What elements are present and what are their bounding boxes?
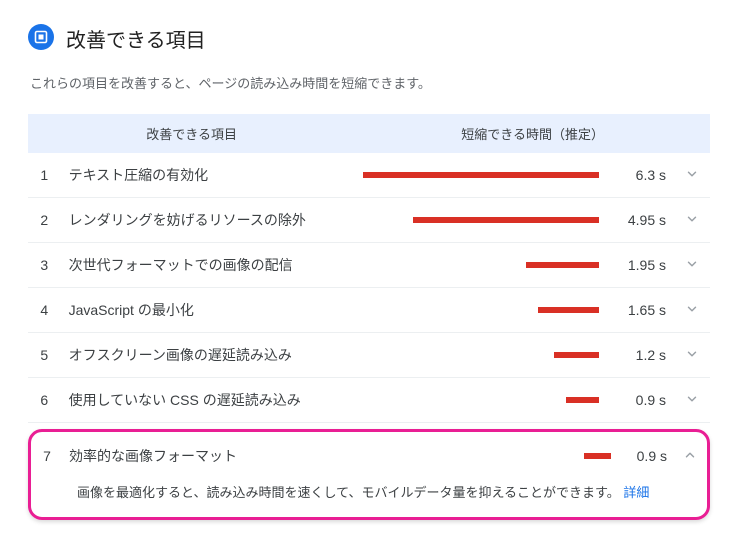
opportunity-detail: 画像を最適化すると、読み込み時間を速くして、モバイルデータ量を抑えることができま…	[33, 478, 705, 515]
row-savings: 4.95 s	[607, 198, 674, 243]
row-index: 2	[28, 198, 61, 243]
opportunity-row[interactable]: 1テキスト圧縮の有効化 6.3 s	[28, 153, 710, 198]
row-index: 6	[28, 378, 61, 423]
row-title: レンダリングを妨げるリソースの除外	[61, 198, 356, 243]
opportunities-table: 改善できる項目 短縮できる時間（推定） 1テキスト圧縮の有効化6.3 s2レンダ…	[28, 114, 710, 423]
col-opportunity: 改善できる項目	[28, 114, 355, 153]
chevron-down-icon[interactable]	[685, 167, 699, 184]
row-index: 3	[28, 243, 61, 288]
row-savings: 0.9 s	[619, 434, 675, 478]
row-index: 1	[28, 153, 61, 198]
section-title: 改善できる項目	[66, 24, 206, 53]
chevron-down-icon[interactable]	[685, 302, 699, 319]
savings-bar	[363, 307, 599, 313]
row-savings: 0.9 s	[607, 378, 674, 423]
row-title: オフスクリーン画像の遅延読み込み	[61, 333, 356, 378]
section-description: これらの項目を改善すると、ページの読み込み時間を短縮できます。	[30, 73, 710, 92]
row-savings: 1.2 s	[607, 333, 674, 378]
opportunity-row[interactable]: 2レンダリングを妨げるリソースの除外 4.95 s	[28, 198, 710, 243]
row-index: 4	[28, 288, 61, 333]
savings-bar	[363, 397, 599, 403]
col-estimated: 短縮できる時間（推定）	[355, 114, 710, 153]
detail-text: 画像を最適化すると、読み込み時間を速くして、モバイルデータ量を抑えることができま…	[77, 485, 620, 500]
row-savings: 6.3 s	[607, 153, 674, 198]
opportunity-row[interactable]: 5オフスクリーン画像の遅延読み込み 1.2 s	[28, 333, 710, 378]
row-title: 次世代フォーマットでの画像の配信	[61, 243, 356, 288]
savings-bar	[363, 352, 599, 358]
row-title: 効率的な画像フォーマット	[61, 434, 409, 478]
chevron-down-icon[interactable]	[685, 257, 699, 274]
row-savings: 1.95 s	[607, 243, 674, 288]
row-index: 5	[28, 333, 61, 378]
row-title: 使用していない CSS の遅延読み込み	[61, 378, 356, 423]
row-title: テキスト圧縮の有効化	[61, 153, 356, 198]
chevron-down-icon[interactable]	[685, 212, 699, 229]
savings-bar	[363, 172, 599, 178]
savings-bar	[363, 217, 599, 223]
opportunity-row[interactable]: 6使用していない CSS の遅延読み込み 0.9 s	[28, 378, 710, 423]
row-index: 7	[33, 434, 61, 478]
savings-bar	[363, 262, 599, 268]
row-title: JavaScript の最小化	[61, 288, 356, 333]
chevron-down-icon[interactable]	[685, 392, 699, 409]
detail-link[interactable]: 詳細	[623, 485, 649, 500]
highlighted-opportunity: 7 効率的な画像フォーマット 0.9 s 画像を最適化すると、読み込み時間を速く…	[28, 429, 710, 520]
row-savings: 1.65 s	[607, 288, 674, 333]
chevron-down-icon[interactable]	[685, 347, 699, 364]
savings-bar	[417, 453, 611, 459]
opportunities-icon	[28, 24, 54, 53]
opportunity-row[interactable]: 7 効率的な画像フォーマット 0.9 s	[33, 434, 705, 478]
opportunity-row[interactable]: 4JavaScript の最小化 1.65 s	[28, 288, 710, 333]
opportunity-row[interactable]: 3次世代フォーマットでの画像の配信 1.95 s	[28, 243, 710, 288]
section-header: 改善できる項目	[28, 24, 710, 53]
chevron-up-icon[interactable]	[683, 448, 697, 465]
